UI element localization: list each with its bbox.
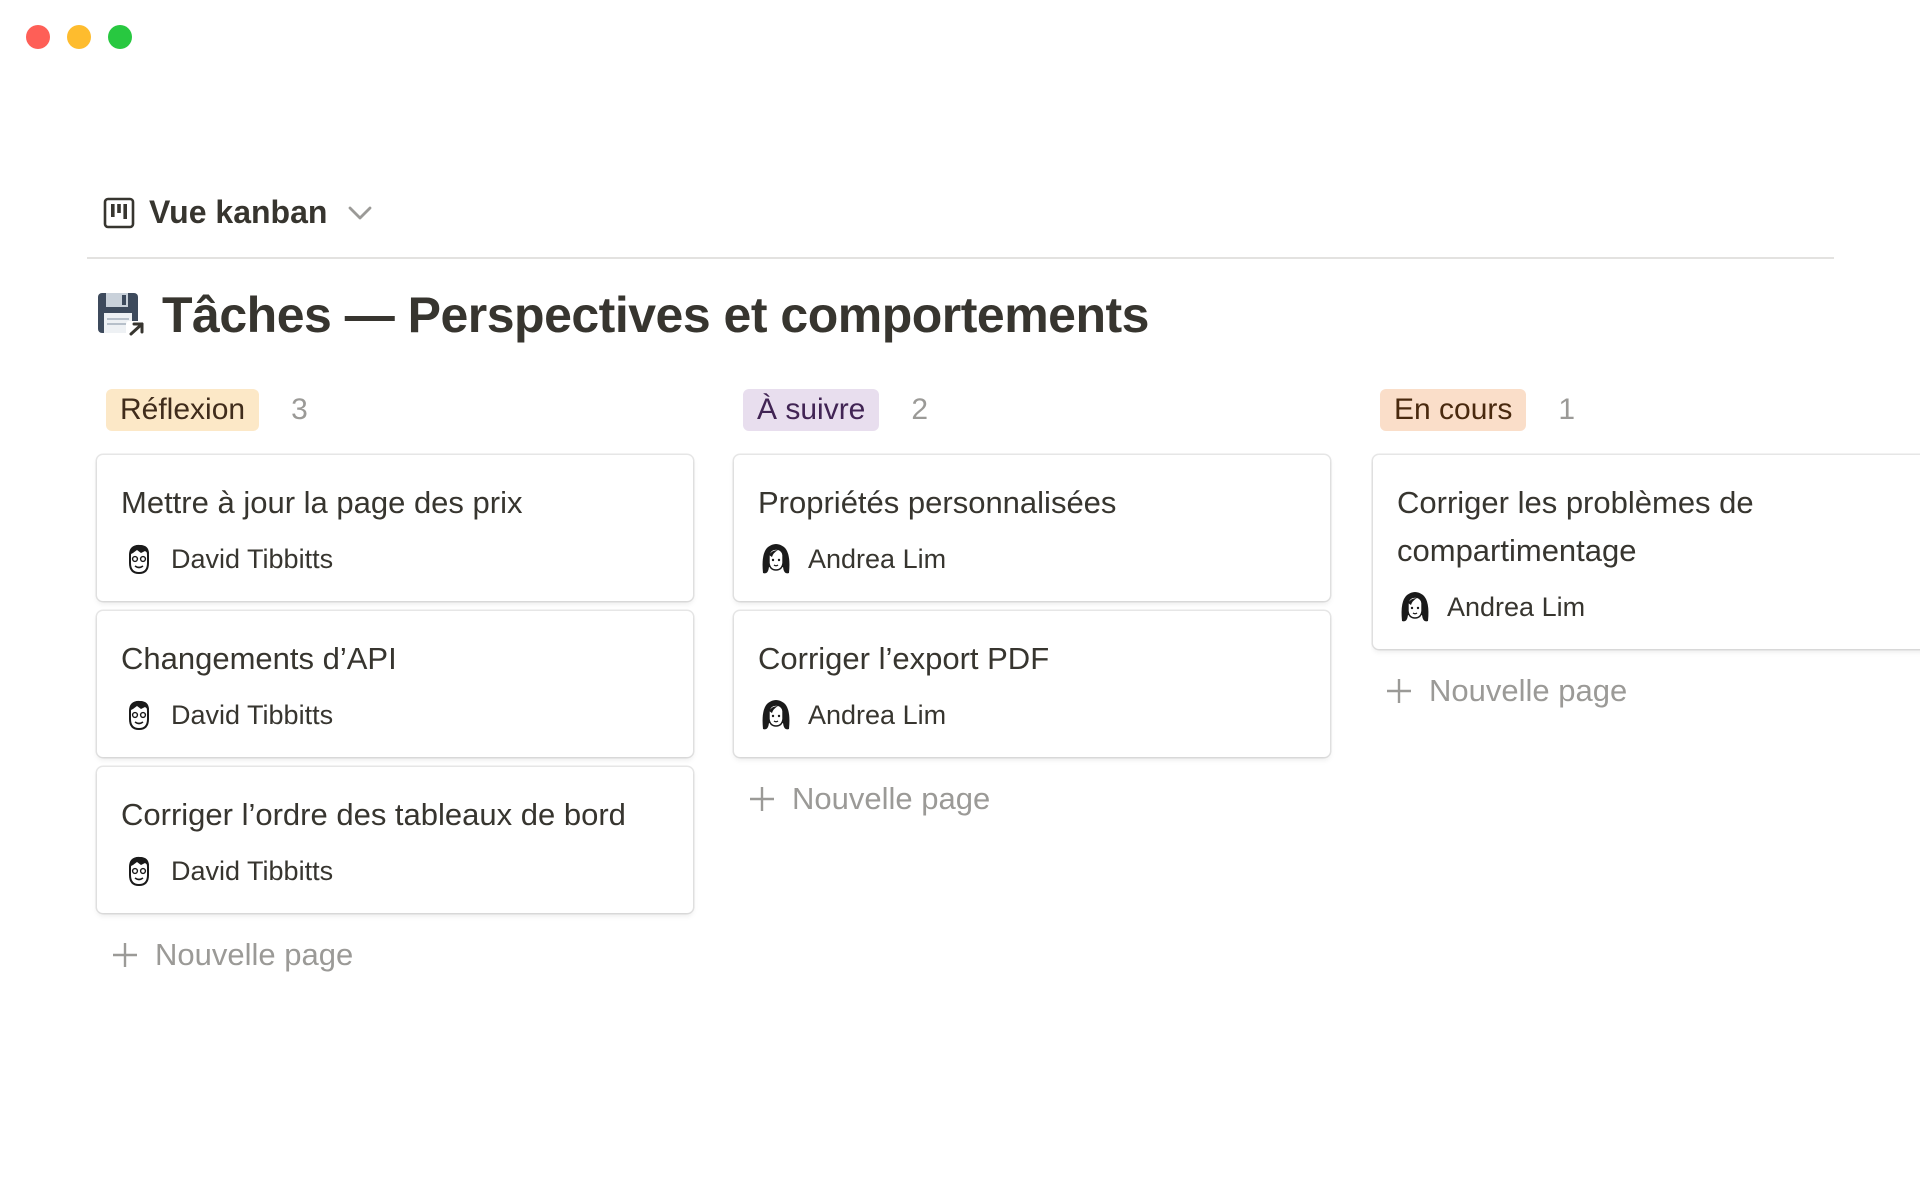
page-header: Tâches — Perspectives et comportements [96, 286, 1149, 344]
card-list: Mettre à jour la page des prix David Tib… [97, 455, 693, 913]
card-title: Corriger l’export PDF [758, 641, 1050, 676]
assignee: Andrea Lim [758, 697, 1306, 733]
header-divider [87, 257, 1834, 259]
assignee-name: David Tibbitts [171, 699, 334, 730]
new-page-label: Nouvelle page [792, 781, 991, 816]
assignee: David Tibbitts [121, 853, 669, 889]
plus-icon [750, 787, 774, 811]
board-column-reflexion: Réflexion 3 Mettre à jour la page des pr… [97, 387, 693, 973]
task-card[interactable]: Mettre à jour la page des prix David Tib… [97, 455, 693, 601]
task-card[interactable]: Propriétés personnalisées Andrea Lim [734, 455, 1330, 601]
assignee: Andrea Lim [1397, 589, 1920, 625]
assignee-name: David Tibbitts [171, 543, 334, 574]
assignee: David Tibbitts [121, 697, 669, 733]
page-title: Tâches — Perspectives et comportements [162, 287, 1149, 343]
column-header: Réflexion 3 [106, 387, 693, 432]
avatar-icon [129, 856, 149, 887]
column-count: 2 [911, 392, 929, 426]
assignee-name: Andrea Lim [808, 699, 947, 730]
new-page-button[interactable]: Nouvelle page [1385, 673, 1920, 709]
card-title: Corriger les problèmes de compartimentag… [1397, 485, 1754, 568]
assignee: Andrea Lim [758, 541, 1306, 577]
task-card[interactable]: Corriger l’export PDF Andrea Lim [734, 611, 1330, 757]
status-tag[interactable]: Réflexion [106, 388, 260, 431]
column-header: En cours 1 [1380, 387, 1920, 432]
column-count: 1 [1558, 392, 1576, 426]
task-card[interactable]: Corriger l’ordre des tableaux de bord Da… [97, 767, 693, 913]
assignee-name: David Tibbitts [171, 855, 334, 886]
avatar-icon [1401, 592, 1429, 622]
plus-icon [113, 943, 137, 967]
window-controls [26, 25, 132, 49]
view-name: Vue kanban [149, 194, 328, 230]
floppy-disk-link-icon [98, 293, 146, 339]
card-title: Mettre à jour la page des prix [121, 485, 523, 520]
task-card[interactable]: Corriger les problèmes de compartimentag… [1373, 455, 1920, 649]
avatar-icon [129, 700, 149, 731]
view-switcher[interactable]: Vue kanban [103, 194, 375, 231]
avatar-icon [129, 544, 149, 575]
card-title: Corriger l’ordre des tableaux de bord [121, 797, 626, 832]
maximize-window-button[interactable] [108, 25, 132, 49]
card-title: Changements d’API [121, 641, 397, 676]
column-count: 3 [291, 392, 308, 426]
status-tag[interactable]: En cours [1380, 388, 1527, 431]
new-page-button[interactable]: Nouvelle page [111, 937, 693, 973]
assignee-name: Andrea Lim [1447, 591, 1586, 622]
board-column-a-suivre: À suivre 2 Propriétés personnalisées And… [734, 387, 1330, 817]
plus-icon [1387, 679, 1411, 703]
minimize-window-button[interactable] [67, 25, 91, 49]
avatar-icon [762, 700, 790, 730]
chevron-down-icon [349, 206, 372, 219]
card-list: Corriger les problèmes de compartimentag… [1371, 455, 1920, 649]
new-page-label: Nouvelle page [1429, 673, 1628, 708]
column-header: À suivre 2 [743, 387, 1330, 432]
assignee: David Tibbitts [121, 541, 669, 577]
card-list: Propriétés personnalisées Andrea Lim Cor… [734, 455, 1330, 757]
avatar-icon [762, 544, 790, 574]
status-tag[interactable]: À suivre [743, 388, 880, 431]
board-column-en-cours: En cours 1 Corriger les problèmes de com… [1371, 387, 1920, 709]
new-page-button[interactable]: Nouvelle page [748, 781, 1330, 817]
kanban-board-icon [103, 197, 135, 228]
new-page-label: Nouvelle page [155, 937, 354, 972]
task-card[interactable]: Changements d’API David Tibbitts [97, 611, 693, 757]
app-window: Vue kanban Tâches — Perspectives et comp… [0, 0, 1920, 1200]
assignee-name: Andrea Lim [808, 543, 947, 574]
card-title: Propriétés personnalisées [758, 485, 1117, 520]
close-window-button[interactable] [26, 25, 50, 49]
